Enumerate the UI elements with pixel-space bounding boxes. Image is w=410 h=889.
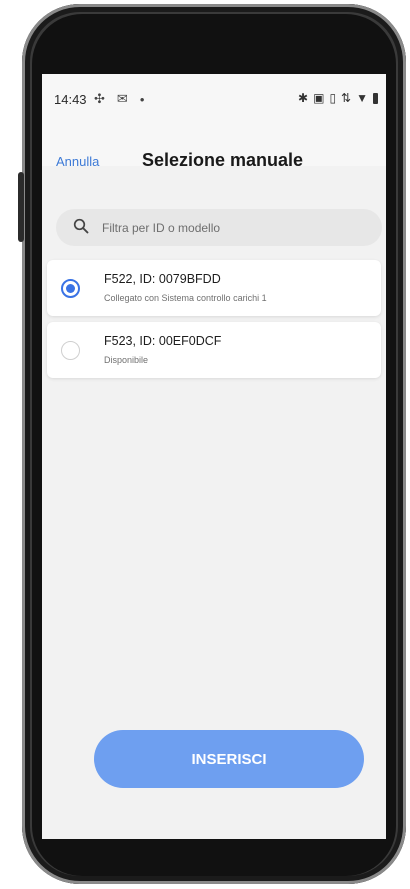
device-status: Collegato con Sistema controllo carichi …	[104, 293, 267, 303]
nfc-icon: ▣	[313, 91, 325, 105]
battery-icon	[373, 92, 378, 104]
mail-icon: ✉	[116, 91, 128, 106]
app-screen: 14:43 ✣ ✉ • ✱ ▣ ▯ ⇅ ▼ Annulla Selezione …	[42, 74, 386, 839]
device-list-item[interactable]: F523, ID: 00EF0DCF Disponibile	[47, 322, 381, 378]
status-bar: 14:43 ✣ ✉ • ✱ ▣ ▯ ⇅ ▼	[42, 74, 386, 110]
wifi-icon: ▼	[356, 91, 368, 105]
page-title: Selezione manuale	[142, 150, 304, 170]
status-right-icons: ✱ ▣ ▯ ⇅ ▼	[298, 91, 378, 105]
status-left-icons: ✣ ✉ •	[94, 91, 144, 107]
bluetooth-icon: ✱	[298, 91, 309, 105]
search-icon	[73, 218, 89, 234]
vibrate-icon: ▯	[329, 91, 337, 105]
phone-bezel: 14:43 ✣ ✉ • ✱ ▣ ▯ ⇅ ▼ Annulla Selezione …	[32, 14, 396, 876]
dot-icon: •	[139, 91, 145, 107]
data-icon: ⇅	[341, 91, 352, 105]
cancel-button[interactable]: Annulla	[56, 154, 99, 169]
device-radio-selected[interactable]	[61, 279, 80, 298]
device-status: Disponibile	[104, 355, 149, 365]
device-list-item[interactable]: F522, ID: 0079BFDD Collegato con Sistema…	[47, 260, 381, 316]
insert-button[interactable]: INSERISCI	[94, 730, 364, 788]
device-radio-unselected[interactable]	[61, 341, 80, 360]
fan-icon: ✣	[94, 91, 105, 106]
status-time: 14:43	[54, 92, 87, 107]
phone-side-button	[18, 172, 24, 242]
device-title: F523, ID: 00EF0DCF	[104, 334, 222, 348]
search-input[interactable]	[102, 209, 362, 246]
navigation-bar-area	[42, 810, 386, 839]
device-title: F522, ID: 0079BFDD	[104, 272, 221, 286]
search-bar[interactable]	[56, 209, 382, 246]
